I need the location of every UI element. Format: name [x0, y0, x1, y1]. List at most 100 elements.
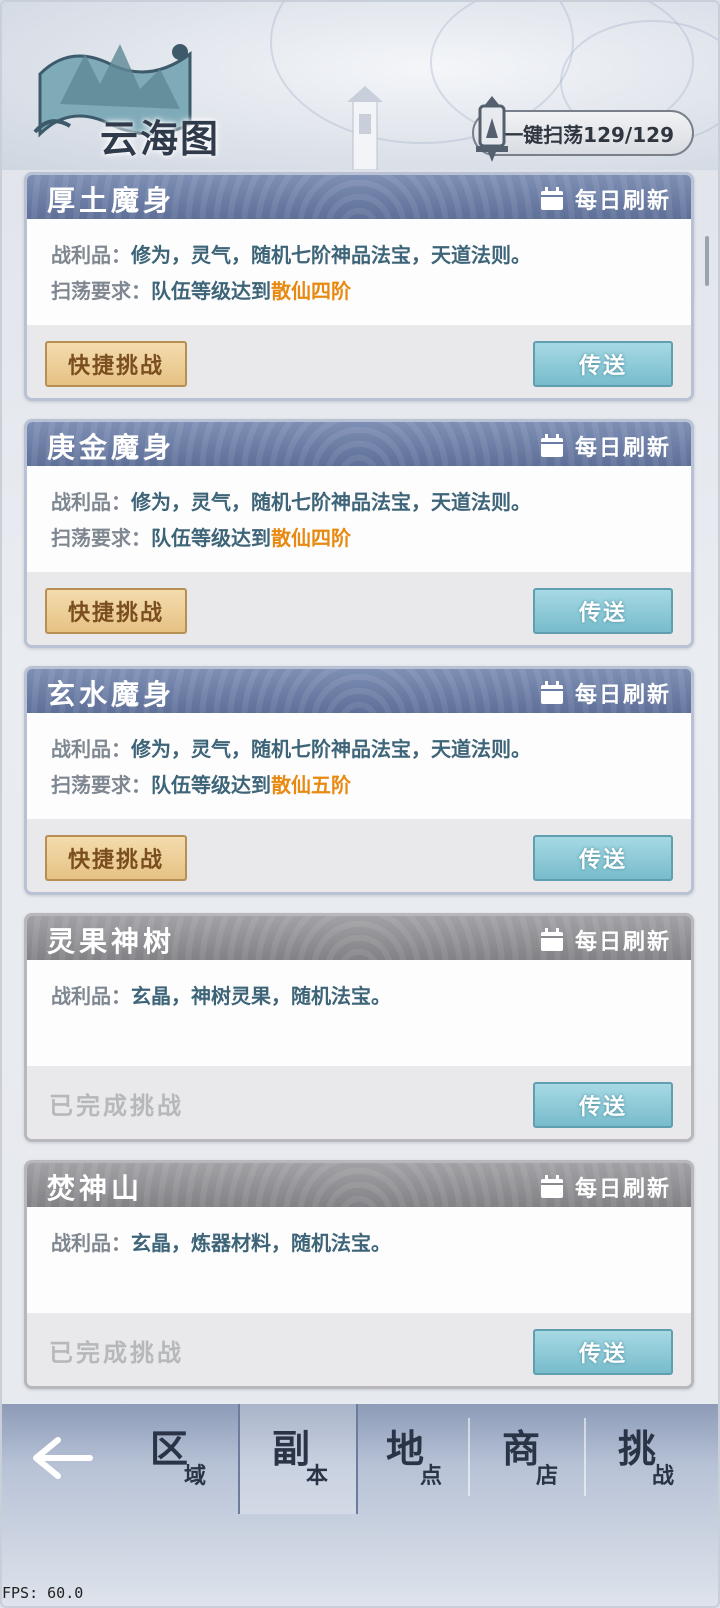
card-body: 战利品：玄晶，炼器材料，随机法宝。 [27, 1207, 691, 1313]
dungeon-name: 玄水魔身 [47, 678, 176, 711]
card-footer: 快捷挑战 传送 [27, 572, 691, 645]
refresh-badge: 每日刷新 [539, 1171, 671, 1203]
quick-challenge-button[interactable]: 快捷挑战 [45, 341, 187, 387]
dungeon-name: 厚土魔身 [47, 184, 176, 217]
refresh-label: 每日刷新 [574, 1177, 671, 1202]
loot-label: 战利品： [51, 490, 131, 514]
card-footer: 已完成挑战 传送 [27, 1313, 691, 1386]
nav-tab-region[interactable]: 区 域 [118, 1404, 234, 1514]
loot-label: 战利品： [51, 1231, 131, 1255]
card-body: 战利品：修为，灵气，随机七阶神品法宝，天道法则。 扫荡要求：队伍等级达到散仙五阶 [27, 713, 691, 819]
back-arrow-icon[interactable] [30, 1434, 94, 1482]
loot-value: 玄晶，炼器材料，随机法宝。 [131, 1231, 391, 1255]
requirement-label: 扫荡要求： [51, 526, 151, 550]
card-header: 焚神山 每日刷新 [27, 1163, 691, 1207]
teleport-button[interactable]: 传送 [533, 1082, 673, 1128]
completed-status: 已完成挑战 [49, 1092, 184, 1120]
loot-value: 玄晶，神树灵果，随机法宝。 [131, 984, 391, 1008]
teleport-button[interactable]: 传送 [533, 835, 673, 881]
nav-tab-big-char: 地 [386, 1426, 425, 1471]
refresh-label: 每日刷新 [574, 436, 671, 461]
quick-challenge-button[interactable]: 快捷挑战 [45, 835, 187, 881]
loot-label: 战利品： [51, 737, 131, 761]
calendar-icon [540, 187, 563, 210]
dungeon-name: 灵果神树 [47, 925, 176, 958]
pavilion-icon [347, 86, 383, 170]
card-body: 战利品：玄晶，神树灵果，随机法宝。 [27, 960, 691, 1066]
calendar-icon [540, 1175, 563, 1198]
loot-row: 战利品：玄晶，神树灵果，随机法宝。 [51, 978, 691, 1014]
card-footer: 快捷挑战 传送 [27, 325, 691, 398]
dungeon-card: 玄水魔身 每日刷新 战利品：修为，灵气，随机七阶神品法宝，天道法则。 扫荡要求：… [24, 666, 694, 895]
requirement-text: 队伍等级达到 [151, 773, 271, 797]
teleport-button[interactable]: 传送 [533, 588, 673, 634]
refresh-badge: 每日刷新 [539, 677, 671, 709]
loot-value: 修为，灵气，随机七阶神品法宝，天道法则。 [131, 490, 531, 514]
requirement-text: 队伍等级达到 [151, 279, 271, 303]
requirement-row: 扫荡要求：队伍等级达到散仙四阶 [51, 273, 691, 309]
requirement-label: 扫荡要求： [51, 279, 151, 303]
teleport-button[interactable]: 传送 [533, 1329, 673, 1375]
fps-counter: FPS: 60.0 [2, 1584, 84, 1602]
loot-row: 战利品：修为，灵气，随机七阶神品法宝，天道法则。 [51, 484, 691, 520]
loot-row: 战利品：玄晶，炼器材料，随机法宝。 [51, 1225, 691, 1261]
dungeon-card: 庚金魔身 每日刷新 战利品：修为，灵气，随机七阶神品法宝，天道法则。 扫荡要求：… [24, 419, 694, 648]
top-banner: 云海图 一键扫荡129/129 [0, 0, 720, 170]
card-footer: 已完成挑战 传送 [27, 1066, 691, 1139]
quick-challenge-button[interactable]: 快捷挑战 [45, 588, 187, 634]
requirement-text: 队伍等级达到 [151, 526, 271, 550]
dungeon-name: 焚神山 [47, 1172, 144, 1205]
page-title: 云海图 [100, 116, 221, 161]
card-body: 战利品：修为，灵气，随机七阶神品法宝，天道法则。 扫荡要求：队伍等级达到散仙四阶 [27, 466, 691, 572]
lantern-icon [476, 96, 508, 162]
nav-tab-big-char: 区 [150, 1426, 189, 1471]
nav-tab-location[interactable]: 地 点 [354, 1404, 470, 1514]
dungeon-card: 焚神山 每日刷新 战利品：玄晶，炼器材料，随机法宝。 已完成挑战 传送 [24, 1160, 694, 1389]
sweep-all-button[interactable]: 一键扫荡129/129 [472, 96, 694, 162]
requirement-level: 散仙四阶 [271, 526, 351, 550]
refresh-label: 每日刷新 [574, 930, 671, 955]
teleport-button[interactable]: 传送 [533, 341, 673, 387]
loot-row: 战利品：修为，灵气，随机七阶神品法宝，天道法则。 [51, 731, 691, 767]
nav-tab-small-char: 本 [306, 1463, 329, 1489]
requirement-level: 散仙四阶 [271, 279, 351, 303]
card-footer: 快捷挑战 传送 [27, 819, 691, 892]
loot-value: 修为，灵气，随机七阶神品法宝，天道法则。 [131, 243, 531, 267]
refresh-badge: 每日刷新 [539, 183, 671, 215]
refresh-badge: 每日刷新 [539, 430, 671, 462]
refresh-label: 每日刷新 [574, 189, 671, 214]
nav-tab-shop[interactable]: 商 店 [470, 1404, 586, 1514]
bottom-nav: 区 域 副 本 地 点 商 店 挑 战 [0, 1404, 720, 1608]
refresh-badge: 每日刷新 [539, 924, 671, 956]
nav-tab-big-char: 商 [502, 1426, 541, 1471]
card-header: 庚金魔身 每日刷新 [27, 422, 691, 466]
nav-tab-small-char: 战 [652, 1463, 675, 1489]
list-scrollbar[interactable] [705, 236, 709, 286]
card-header: 灵果神树 每日刷新 [27, 916, 691, 960]
nav-tab-small-char: 点 [420, 1463, 443, 1489]
dungeon-card: 厚土魔身 每日刷新 战利品：修为，灵气，随机七阶神品法宝，天道法则。 扫荡要求：… [24, 172, 694, 401]
nav-tab-dungeon[interactable]: 副 本 [238, 1404, 358, 1514]
requirement-row: 扫荡要求：队伍等级达到散仙五阶 [51, 767, 691, 803]
nav-tab-big-char: 副 [272, 1426, 311, 1471]
sweep-all-label: 一键扫荡129/129 [503, 122, 674, 147]
refresh-label: 每日刷新 [574, 683, 671, 708]
card-header: 厚土魔身 每日刷新 [27, 175, 691, 219]
loot-row: 战利品：修为，灵气，随机七阶神品法宝，天道法则。 [51, 237, 691, 273]
dungeon-card: 灵果神树 每日刷新 战利品：玄晶，神树灵果，随机法宝。 已完成挑战 传送 [24, 913, 694, 1142]
nav-tab-challenge[interactable]: 挑 战 [586, 1404, 702, 1514]
loot-label: 战利品： [51, 243, 131, 267]
loot-label: 战利品： [51, 984, 131, 1008]
calendar-icon [540, 434, 563, 457]
card-body: 战利品：修为，灵气，随机七阶神品法宝，天道法则。 扫荡要求：队伍等级达到散仙四阶 [27, 219, 691, 325]
calendar-icon [540, 928, 563, 951]
loot-value: 修为，灵气，随机七阶神品法宝，天道法则。 [131, 737, 531, 761]
card-header: 玄水魔身 每日刷新 [27, 669, 691, 713]
calendar-icon [540, 681, 563, 704]
requirement-row: 扫荡要求：队伍等级达到散仙四阶 [51, 520, 691, 556]
dungeon-name: 庚金魔身 [47, 431, 176, 464]
nav-tab-big-char: 挑 [618, 1426, 657, 1471]
nav-tab-small-char: 店 [536, 1463, 559, 1489]
completed-status: 已完成挑战 [49, 1339, 184, 1367]
requirement-label: 扫荡要求： [51, 773, 151, 797]
